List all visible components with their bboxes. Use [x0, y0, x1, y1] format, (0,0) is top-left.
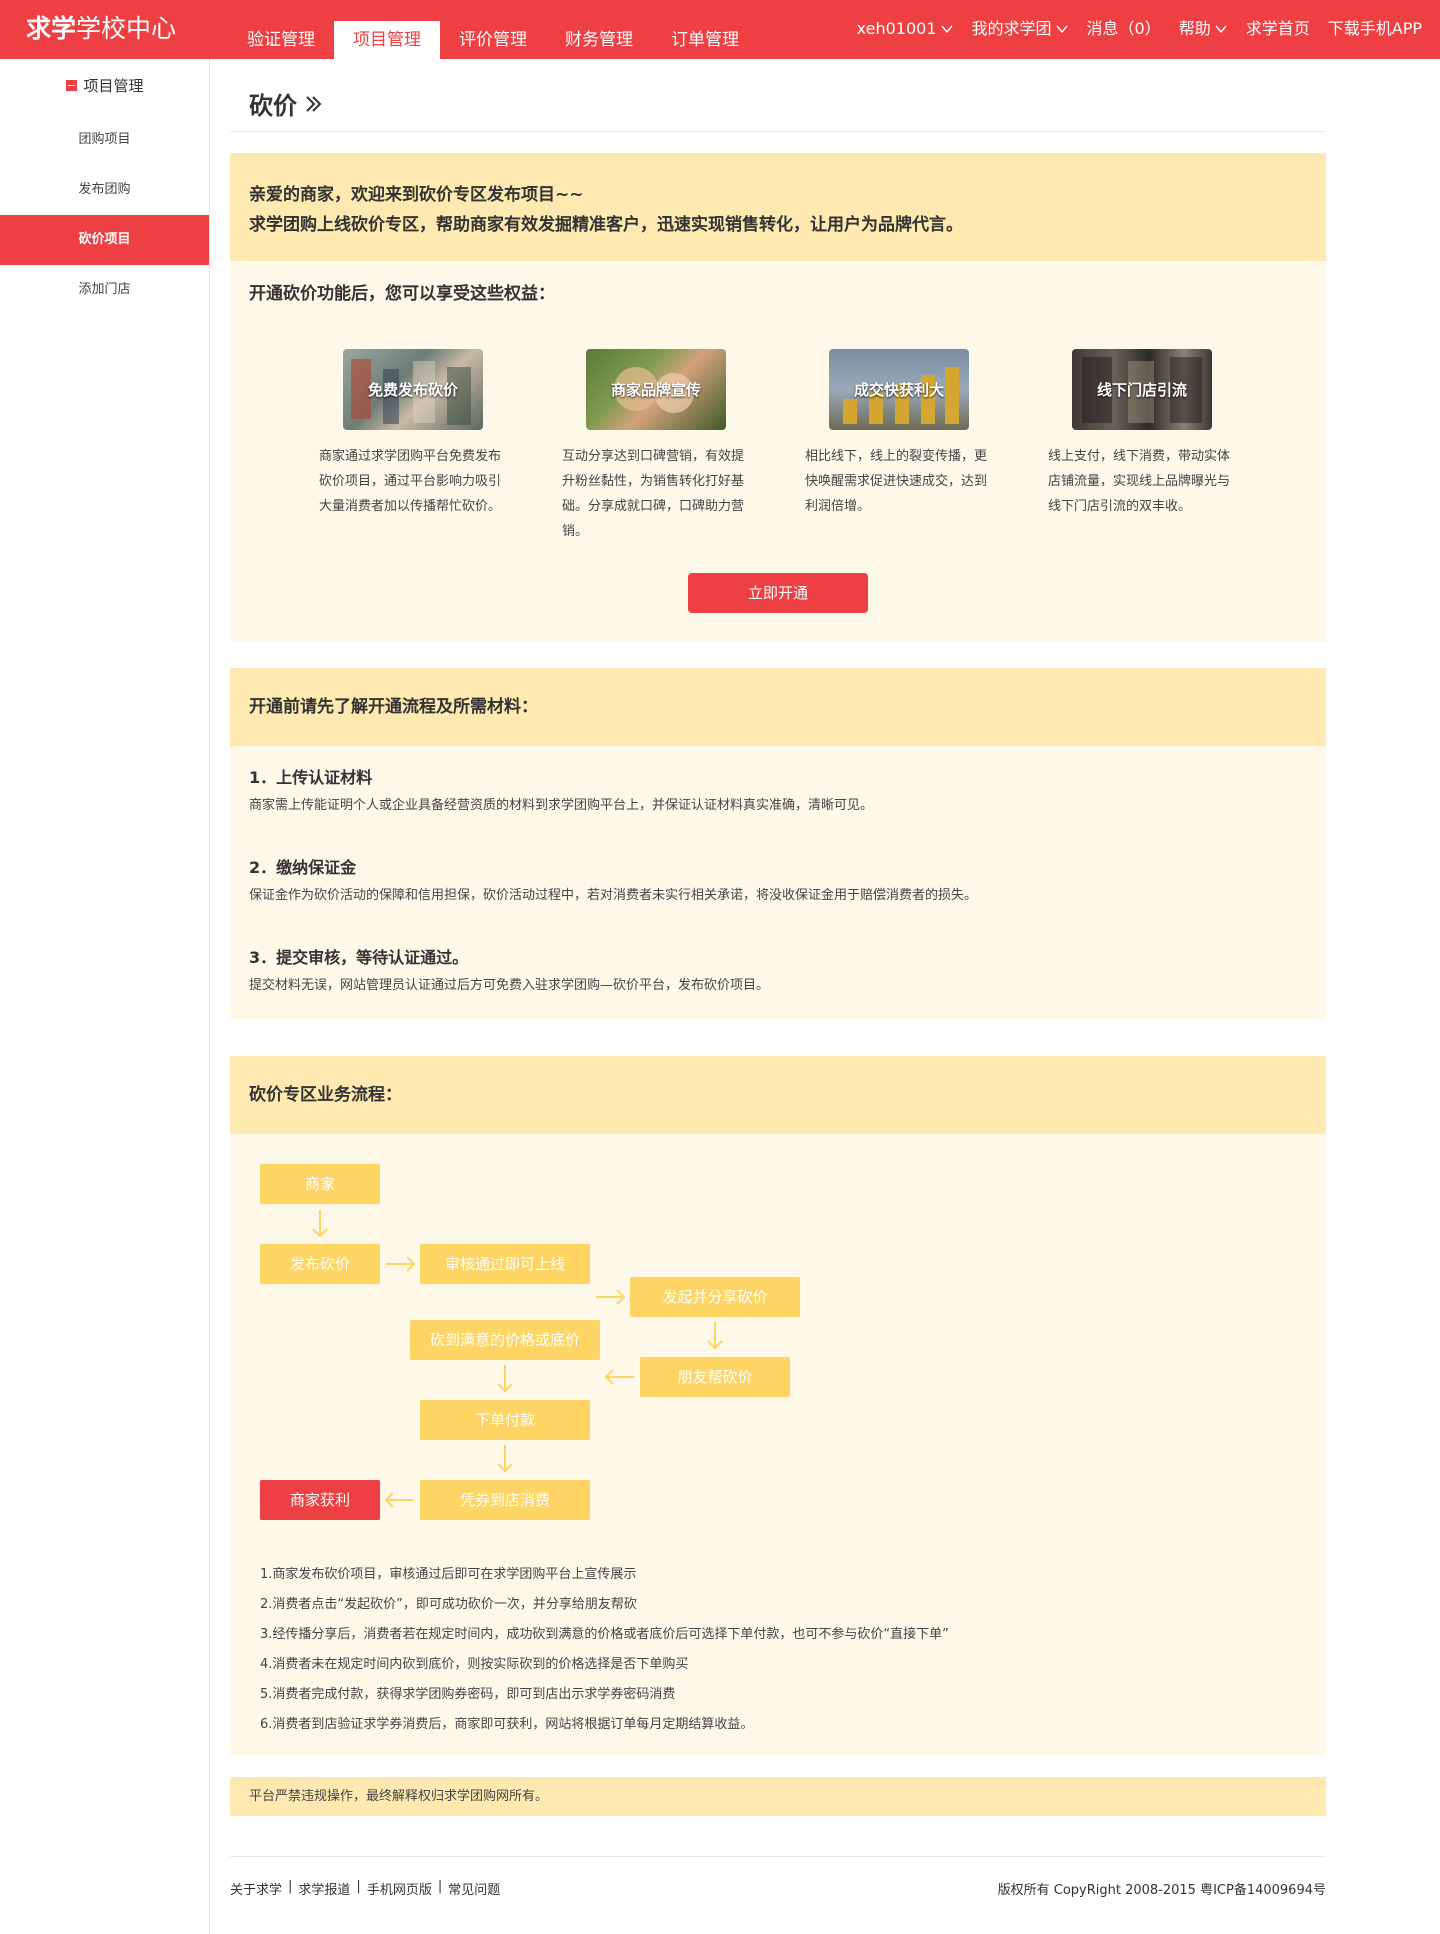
tab-projects[interactable]: 项目管理: [334, 21, 440, 59]
arrow-right-icon: [386, 1256, 416, 1272]
step-title: 2．缴纳保证金: [249, 858, 357, 877]
top-links: xeh01001 我的求学团 消息（0） 帮助 求学首页 下载手机APP: [839, 16, 1422, 42]
intro-panel: 亲爱的商家，欢迎来到砍价专区发布项目~~ 求学团购上线砍价专区，帮助商家有效发掘…: [230, 153, 1326, 642]
benefit-image: 线下门店引流: [1072, 349, 1212, 430]
benefit-desc: 相比线下，线上的裂变传播，更快唤醒需求促进快速成交，达到利润倍增。: [805, 449, 988, 514]
flow-note: 5.消费者完成付款，获得求学团购券密码，即可到店出示求学券密码消费: [260, 1687, 676, 1702]
flow-note: 6.消费者到店验证求学券消费后，商家即可获利，网站将根据订单每月定期结算收益。: [260, 1717, 754, 1732]
chevron-down-icon: [940, 25, 953, 34]
footer-separator: |: [437, 1879, 443, 1894]
chevron-down-icon: [1215, 25, 1227, 34]
benefit-desc: 互动分享达到口碑营销，有效提升粉丝黏性，为销售转化打好基础。分享成就口碑，口碑助…: [562, 449, 745, 539]
sidebar-heading[interactable]: 项目管理: [0, 75, 210, 96]
flow-node-publish: 发布砍价: [260, 1244, 380, 1284]
benefit-image: 免费发布砍价: [343, 349, 483, 430]
step-desc: 商家需上传能证明个人或企业具备经营资质的材料到求学团购平台上，并保证认证材料真实…: [249, 798, 874, 813]
tab-reviews[interactable]: 评价管理: [440, 21, 546, 59]
benefit-card: 成交快获利大 相比线下，线上的裂变传播，更快唤醒需求促进快速成交，达到利润倍增。: [805, 349, 991, 519]
tab-verification[interactable]: 验证管理: [228, 21, 334, 59]
brand-logo[interactable]: 求学学校中心: [26, 12, 176, 46]
sidebar-item-publish-group[interactable]: 发布团购: [0, 165, 209, 215]
footer-link-news[interactable]: 求学报道: [298, 1879, 350, 1898]
benefit-card: 商家品牌宣传 互动分享达到口碑营销，有效提升粉丝黏性，为销售转化打好基础。分享成…: [562, 349, 748, 544]
sidebar: 项目管理 团购项目 发布团购 砍价项目 添加门店: [0, 59, 210, 1934]
flow-node-order: 下单付款: [420, 1400, 590, 1440]
footer-divider: [230, 1856, 1326, 1857]
benefit-desc: 商家通过求学团购平台免费发布砍价项目，通过平台影响力吸引大量消费者加以传播帮忙砍…: [319, 449, 502, 514]
tab-orders[interactable]: 订单管理: [652, 21, 758, 59]
help-menu[interactable]: 帮助: [1179, 16, 1228, 42]
benefit-image: 商家品牌宣传: [586, 349, 726, 430]
benefit-caption: 商家品牌宣传: [610, 381, 701, 399]
step-title: 3．提交审核，等待认证通过。: [249, 948, 469, 967]
flow-node-share: 发起并分享砍价: [630, 1277, 800, 1317]
footer-separator: |: [356, 1879, 361, 1894]
arrow-down-icon: [312, 1210, 328, 1238]
process-panel: 开通前请先了解开通流程及所需材料： 1．上传认证材料 商家需上传能证明个人或企业…: [230, 668, 1326, 1019]
collapse-icon: [66, 80, 78, 91]
title-divider: [230, 131, 1326, 132]
double-chevron-right-icon: [306, 95, 322, 112]
flow-node-merchant: 商家: [260, 1164, 380, 1204]
benefits-title: 开通砍价功能后，您可以享受这些权益：: [249, 284, 555, 304]
step-desc: 提交材料无误，网站管理员认证通过后方可免费入驻求学团购—砍价平台，发布砍价项目。: [249, 978, 770, 993]
arrow-left-icon: [604, 1369, 634, 1385]
flow-node-satisfied: 砍到满意的价格或底价: [410, 1320, 600, 1360]
benefit-desc: 线上支付，线下消费，带动实体店铺流量，实现线上品牌曝光与线下门店引流的双丰收。: [1048, 449, 1231, 514]
my-group-label: 我的求学团: [971, 19, 1052, 38]
benefit-caption: 免费发布砍价: [367, 381, 458, 399]
notice-bar: 平台严禁违规操作，最终解释权归求学团购网所有。: [230, 1777, 1326, 1816]
step-desc: 保证金作为砍价活动的保障和信用担保，砍价活动过程中，若对消费者未实行相关承诺，将…: [249, 888, 978, 903]
process-title: 开通前请先了解开通流程及所需材料：: [230, 668, 1326, 746]
help-label: 帮助: [1178, 19, 1211, 38]
flow-title: 砍价专区业务流程：: [230, 1056, 1326, 1134]
footer-link-mobile[interactable]: 手机网页版: [367, 1879, 432, 1898]
flow-node-friends: 朋友帮砍价: [640, 1357, 790, 1397]
benefit-caption: 成交快获利大: [853, 381, 944, 399]
arrow-left-icon: [384, 1492, 414, 1508]
arrow-down-icon: [707, 1322, 723, 1350]
step-title: 1．上传认证材料: [249, 768, 373, 787]
top-navbar: 求学学校中心 验证管理 项目管理 评价管理 财务管理 订单管理 xeh01001…: [0, 0, 1440, 59]
flow-panel: 砍价专区业务流程： 商家 发布砍价 审核通过即可上线 发起并分享砍价 朋友帮砍价…: [230, 1056, 1326, 1755]
flow-note: 1.商家发布砍价项目，审核通过后即可在求学团购平台上宣传展示: [260, 1567, 637, 1582]
benefit-image: 成交快获利大: [829, 349, 969, 430]
intro-header: 亲爱的商家，欢迎来到砍价专区发布项目~~ 求学团购上线砍价专区，帮助商家有效发掘…: [230, 153, 1326, 261]
messages-link[interactable]: 消息（0）: [1087, 16, 1161, 42]
flow-node-profit: 商家获利: [260, 1480, 380, 1520]
footer-separator: |: [288, 1879, 293, 1894]
flow-note: 4.消费者未在规定时间内砍到底价，则按实际砍到的价格选择是否下单购买: [260, 1657, 689, 1672]
tab-finance[interactable]: 财务管理: [546, 21, 652, 59]
flow-node-approved: 审核通过即可上线: [420, 1244, 590, 1284]
username: xeh01001: [856, 19, 937, 38]
benefit-caption: 线下门店引流: [1096, 381, 1187, 399]
page-title-text: 砍价: [249, 92, 297, 120]
arrow-right-icon: [596, 1289, 626, 1305]
footer-links: 关于求学 | 求学报道 | 手机网页版 | 常见问题: [230, 1879, 500, 1898]
flow-note: 3.经传播分享后，消费者若在规定时间内，成功砍到满意的价格或者底价后可选择下单付…: [260, 1627, 949, 1642]
main-nav-tabs: 验证管理 项目管理 评价管理 财务管理 订单管理: [228, 21, 758, 59]
arrow-down-icon: [497, 1445, 513, 1473]
benefit-card: 线下门店引流 线上支付，线下消费，带动实体店铺流量，实现线上品牌曝光与线下门店引…: [1048, 349, 1234, 519]
page-title: 砍价: [249, 86, 323, 121]
footer-link-about[interactable]: 关于求学: [230, 1879, 282, 1898]
intro-line-2: 求学团购上线砍价专区，帮助商家有效发掘精准客户，迅速实现销售转化，让用户为品牌代…: [249, 215, 963, 235]
flow-note: 2.消费者点击“发起砍价”，即可成功砍价一次，并分享给朋友帮砍: [260, 1597, 637, 1612]
user-menu[interactable]: xeh01001: [857, 16, 954, 42]
my-group-menu[interactable]: 我的求学团: [972, 16, 1069, 42]
home-link[interactable]: 求学首页: [1246, 16, 1310, 42]
flow-node-voucher: 凭券到店消费: [420, 1480, 590, 1520]
intro-line-1: 亲爱的商家，欢迎来到砍价专区发布项目~~: [249, 185, 584, 205]
arrow-down-icon: [497, 1365, 513, 1393]
sidebar-heading-label: 项目管理: [83, 77, 144, 95]
footer-link-faq[interactable]: 常见问题: [448, 1879, 500, 1898]
chevron-down-icon: [1055, 25, 1068, 34]
copyright-text: 版权所有 CopyRight 2008-2015 粤ICP备14009694号: [997, 1883, 1326, 1898]
benefit-card: 免费发布砍价 商家通过求学团购平台免费发布砍价项目，通过平台影响力吸引大量消费者…: [319, 349, 505, 519]
sidebar-item-group-projects[interactable]: 团购项目: [0, 115, 209, 165]
sidebar-item-bargain-projects[interactable]: 砍价项目: [0, 215, 209, 265]
sidebar-item-add-store[interactable]: 添加门店: [0, 265, 209, 315]
open-now-button[interactable]: 立即开通: [688, 573, 868, 613]
download-app-link[interactable]: 下载手机APP: [1328, 16, 1422, 42]
